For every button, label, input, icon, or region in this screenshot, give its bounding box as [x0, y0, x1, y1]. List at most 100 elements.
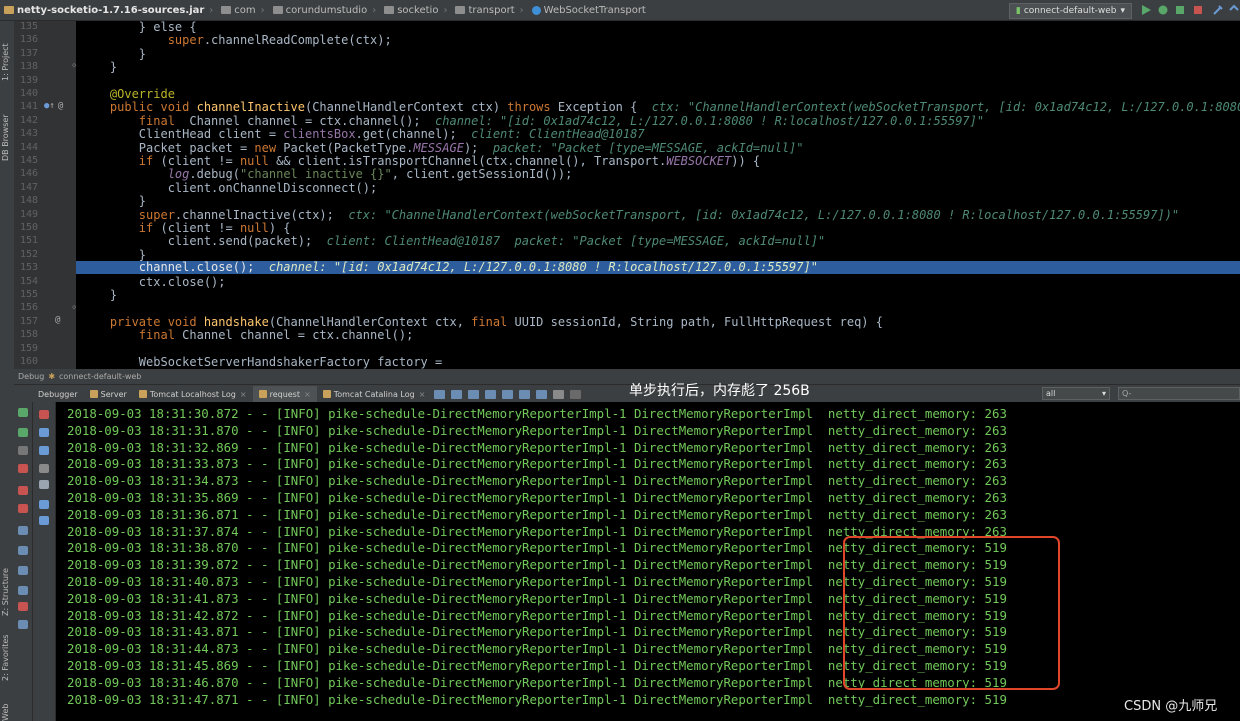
print-icon[interactable]	[39, 500, 49, 509]
log-line: 2018-09-03 18:31:36.871 - - [INFO] pike-…	[67, 506, 1007, 522]
scroll-to-end-icon[interactable]	[39, 480, 49, 489]
log-line: 2018-09-03 18:31:35.869 - - [INFO] pike-…	[67, 490, 1007, 505]
override-gutter-icon[interactable]: ●↑ @	[44, 101, 63, 111]
web-panel-tab[interactable]: Web	[1, 704, 10, 721]
line-number: 152	[19, 248, 38, 260]
line-number: 135	[19, 21, 38, 32]
code-line: client.send(packet); client: ClientHead@…	[167, 234, 826, 249]
restore-layout-icon[interactable]	[18, 566, 28, 575]
code-line: @Override	[109, 87, 175, 101]
code-line-current: channel.close(); channel: "[id: 0x1ad74c…	[138, 260, 818, 274]
view-breakpoints-icon[interactable]	[18, 486, 28, 495]
left-tool-strip: 1: Project DB Browser Z: Structure 2: Fa…	[0, 21, 15, 721]
structure-panel-tab[interactable]: Z: Structure	[1, 568, 10, 616]
code-line: } else {	[81, 21, 197, 34]
line-number: 143	[19, 128, 38, 140]
tab-request[interactable]: request ×	[252, 386, 317, 402]
breadcrumb-transport[interactable]: transport ›	[451, 5, 527, 16]
fold-marker-icon[interactable]: ◇	[72, 61, 76, 69]
close-icon[interactable]: ×	[304, 390, 311, 399]
class-icon	[531, 5, 541, 15]
folder-icon	[221, 6, 232, 14]
close-icon[interactable]: ×	[419, 390, 426, 399]
console-output[interactable]: 2018-09-03 18:31:30.872 - - [INFO] pike-…	[56, 402, 1240, 721]
code-line: super.channelInactive(ctx); ctx: "Channe…	[138, 207, 1180, 222]
breadcrumb-socketio[interactable]: socketio ›	[380, 5, 451, 16]
line-number: 158	[19, 329, 38, 341]
down-arrow-icon[interactable]	[39, 446, 49, 455]
folder-icon	[455, 6, 466, 14]
clear-all-icon[interactable]	[39, 410, 49, 419]
project-panel-tab[interactable]: 1: Project	[1, 43, 10, 81]
settings-icon[interactable]	[18, 546, 28, 555]
log-line: 2018-09-03 18:31:33.873 - - [INFO] pike-…	[67, 456, 1007, 472]
line-number: 160	[19, 356, 38, 367]
log-search-input[interactable]: Q-	[1118, 387, 1240, 400]
line-number: 142	[19, 114, 38, 126]
code-line: }	[138, 194, 147, 209]
code-line: if (client != null) {	[138, 221, 291, 235]
step-over-icon[interactable]	[451, 389, 463, 399]
trash-icon[interactable]	[39, 516, 49, 525]
run-icon[interactable]	[1140, 4, 1152, 16]
db-browser-tab[interactable]: DB Browser	[1, 114, 10, 161]
coverage-icon[interactable]	[1174, 4, 1186, 16]
log-line: 2018-09-03 18:31:30.872 - - [INFO] pike-…	[67, 406, 1007, 421]
watermark: CSDN @九师兄	[1124, 699, 1218, 714]
code-line: }	[81, 60, 118, 75]
drop-frame-icon[interactable]	[519, 389, 531, 399]
line-number: 151	[19, 235, 38, 247]
evaluate-expression-icon[interactable]	[553, 389, 565, 399]
soft-wrap-icon[interactable]	[39, 464, 49, 473]
line-number: 156	[19, 302, 38, 314]
code-line: Packet packet = new Packet(PacketType.ME…	[138, 140, 804, 155]
pause-icon[interactable]	[18, 446, 28, 455]
highlight-callout-box	[843, 536, 1060, 690]
force-step-into-icon[interactable]	[485, 389, 497, 399]
fold-marker-icon[interactable]: ◇	[72, 303, 76, 311]
code-line: private void handshake(ChannelHandlerCon…	[109, 314, 883, 329]
line-number: 150	[19, 222, 38, 233]
resume-icon[interactable]	[18, 428, 28, 437]
show-execution-point-icon[interactable]	[434, 389, 446, 399]
log-filter-select[interactable]: all ▾	[1042, 387, 1110, 400]
breadcrumb-class[interactable]: WebSocketTransport	[528, 5, 650, 16]
config-icon: ✱	[48, 372, 56, 381]
build-icon[interactable]	[1212, 4, 1224, 16]
close-icon[interactable]: ×	[240, 390, 247, 399]
rerun-icon[interactable]	[18, 408, 28, 417]
layout-icon[interactable]	[570, 389, 582, 399]
stop-icon[interactable]	[1192, 4, 1204, 16]
breadcrumb-corundumstudio[interactable]: corundumstudio ›	[269, 5, 381, 16]
vcs-icon[interactable]	[1228, 4, 1240, 16]
tab-tomcat-catalina-log[interactable]: Tomcat Catalina Log ×	[317, 386, 432, 402]
up-arrow-icon[interactable]	[39, 428, 49, 437]
callout-annotation: 单步执行后，内存彪了 256B	[629, 383, 810, 399]
run-to-cursor-icon[interactable]	[536, 389, 548, 399]
line-number: 155	[19, 289, 38, 300]
tab-tomcat-localhost-log[interactable]: Tomcat Localhost Log ×	[133, 386, 253, 402]
close-icon[interactable]	[18, 602, 28, 611]
step-into-icon[interactable]	[468, 389, 480, 399]
annotation-gutter-icon[interactable]: @	[55, 315, 60, 325]
breadcrumb-com[interactable]: com ›	[217, 5, 268, 16]
step-out-icon[interactable]	[502, 389, 514, 399]
jar-icon	[4, 6, 14, 14]
help-icon[interactable]	[18, 620, 28, 629]
line-number: 153	[19, 262, 38, 274]
stop-icon[interactable]	[18, 464, 28, 473]
code-line: client.onChannelDisconnect();	[167, 180, 378, 195]
code-editor[interactable]: 135 136 137 138 139 140 141 142 143 144 …	[14, 21, 1240, 369]
line-number: 149	[19, 208, 38, 220]
tab-server[interactable]: Server	[84, 386, 133, 402]
favorites-panel-tab[interactable]: 2: Favorites	[1, 635, 10, 681]
mute-breakpoints-icon[interactable]	[18, 504, 28, 513]
pin-icon[interactable]	[18, 586, 28, 595]
camera-icon[interactable]	[18, 526, 28, 535]
debug-icon[interactable]	[1157, 4, 1169, 16]
run-configuration-select[interactable]: ▮ connect-default-web ▾	[1008, 3, 1132, 19]
log-icon	[258, 390, 267, 398]
breadcrumb-jar[interactable]: netty-socketio-1.7.16-sources.jar ›	[0, 5, 217, 16]
tab-debugger[interactable]: Debugger	[32, 386, 84, 402]
line-number: 157	[19, 315, 38, 327]
